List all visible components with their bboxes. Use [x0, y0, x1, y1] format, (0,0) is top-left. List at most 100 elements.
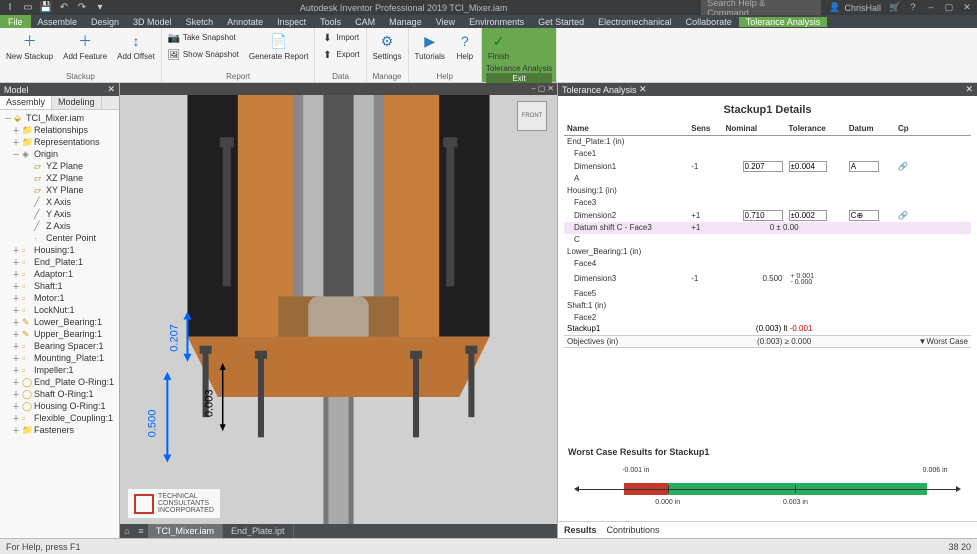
doc-tab[interactable]: TCI_Mixer.iam — [148, 524, 223, 538]
viewport-close-icon[interactable]: ✕ — [547, 84, 554, 93]
tree-node[interactable]: ＋▫Mounting_Plate:1 — [2, 352, 117, 364]
tree-node[interactable]: ＋▫Adaptor:1 — [2, 268, 117, 280]
table-row[interactable]: Face2 — [564, 311, 971, 323]
tree-node[interactable]: ＋▫LockNut:1 — [2, 304, 117, 316]
table-row[interactable]: Dimension3-10.500+ 0.001- 0.000 — [564, 270, 971, 288]
tree-node[interactable]: ·Center Point — [2, 232, 117, 244]
menu-collaborate[interactable]: Collaborate — [679, 17, 739, 27]
cart-icon[interactable]: 🛒 — [889, 2, 901, 13]
table-row[interactable]: Face4 — [564, 258, 971, 270]
tree-node[interactable]: ＋▫Motor:1 — [2, 292, 117, 304]
menu-get-started[interactable]: Get Started — [531, 17, 591, 27]
link-icon[interactable]: 🔗 — [898, 211, 908, 220]
menu-3d-model[interactable]: 3D Model — [126, 17, 179, 27]
menu-annotate[interactable]: Annotate — [220, 17, 270, 27]
tree-node[interactable]: ＋📁Fasteners — [2, 424, 117, 436]
import-button[interactable]: ⬇Import — [319, 30, 361, 46]
save-icon[interactable]: 💾 — [40, 2, 52, 14]
table-row[interactable]: Stackup1(0.003) lt -0.001 — [564, 323, 971, 335]
model-tree[interactable]: －⬙TCI_Mixer.iam＋📁Relationships＋📁Represen… — [0, 110, 119, 538]
tree-node[interactable]: ＋▫Impeller:1 — [2, 364, 117, 376]
tree-node[interactable]: －⬙TCI_Mixer.iam — [2, 112, 117, 124]
menu-electromechanical[interactable]: Electromechanical — [591, 17, 679, 27]
menu-sketch[interactable]: Sketch — [179, 17, 221, 27]
table-row[interactable]: Face1 — [564, 148, 971, 160]
results-tab-results[interactable]: Results — [564, 525, 597, 535]
tree-node[interactable]: ＋▫Bearing Spacer:1 — [2, 340, 117, 352]
doctab-list-icon[interactable]: ≡ — [134, 526, 148, 536]
help-icon[interactable]: ? — [907, 2, 919, 13]
table-row[interactable]: C — [564, 234, 971, 246]
doc-tab[interactable]: End_Plate.ipt — [223, 524, 294, 538]
redo-icon[interactable]: ↷ — [76, 2, 88, 14]
doctab-home-icon[interactable]: ⌂ — [120, 526, 134, 536]
new-stackup-button[interactable]: ＋New Stackup — [4, 30, 55, 64]
datum-input[interactable] — [849, 161, 879, 172]
tolerance-input[interactable] — [789, 161, 827, 172]
show-snapshot-button[interactable]: 🖼Show Snapshot — [166, 47, 241, 63]
viewport-max-icon[interactable]: ▢ — [538, 84, 546, 93]
generate-report-button[interactable]: 📄Generate Report — [247, 30, 311, 64]
tree-node[interactable]: ＋▫Shaft:1 — [2, 280, 117, 292]
panel-close-icon[interactable]: ✕ — [107, 84, 115, 95]
tree-node[interactable]: ＋▫Housing:1 — [2, 244, 117, 256]
viewport-3d[interactable]: –▢✕ FRONT — [120, 83, 557, 538]
add-offset-button[interactable]: ↕Add Offset — [115, 30, 157, 64]
table-row[interactable]: Shaft:1 (in) — [564, 299, 971, 311]
tree-node[interactable]: ▱XY Plane — [2, 184, 117, 196]
menu-tools[interactable]: Tools — [313, 17, 348, 27]
table-row[interactable]: Face3 — [564, 197, 971, 209]
tree-node[interactable]: ＋📁Relationships — [2, 124, 117, 136]
analysis-close-icon[interactable]: ✕ — [965, 84, 973, 95]
minimize-button[interactable]: – — [925, 2, 937, 13]
table-row[interactable]: Objectives (in)(0.003) ≥ 0.000▼Worst Cas… — [564, 335, 971, 347]
tree-node[interactable]: ╱Y Axis — [2, 208, 117, 220]
qat-more-icon[interactable]: ▾ — [94, 2, 106, 14]
menu-inspect[interactable]: Inspect — [270, 17, 313, 27]
maximize-button[interactable]: ▢ — [943, 2, 955, 13]
tree-node[interactable]: ＋◯Shaft O-Ring:1 — [2, 388, 117, 400]
method-dropdown[interactable]: ▼Worst Case — [895, 335, 971, 347]
open-icon[interactable]: ▭ — [22, 2, 34, 14]
tree-node[interactable]: ╱X Axis — [2, 196, 117, 208]
tree-node[interactable]: ╱Z Axis — [2, 220, 117, 232]
tree-node[interactable]: －◈Origin — [2, 148, 117, 160]
nominal-input[interactable] — [743, 210, 783, 221]
tree-node[interactable]: ＋📁Representations — [2, 136, 117, 148]
take-snapshot-button[interactable]: 📷Take Snapshot — [166, 30, 241, 46]
file-menu[interactable]: File — [0, 15, 31, 28]
menu-assemble[interactable]: Assemble — [31, 17, 85, 27]
table-row[interactable]: Face5 — [564, 287, 971, 299]
finish-button[interactable]: ✓Finish — [486, 30, 511, 64]
table-row[interactable]: Lower_Bearing:1 (in) — [564, 246, 971, 258]
menu-view[interactable]: View — [429, 17, 462, 27]
tree-node[interactable]: ＋✎Lower_Bearing:1 — [2, 316, 117, 328]
tolerance-input[interactable] — [789, 210, 827, 221]
viewport-min-icon[interactable]: – — [531, 84, 535, 93]
tree-node[interactable]: ＋▫End_Plate:1 — [2, 256, 117, 268]
table-row[interactable]: Housing:1 (in) — [564, 185, 971, 197]
table-row[interactable]: A — [564, 173, 971, 185]
tree-node[interactable]: ▱XZ Plane — [2, 172, 117, 184]
menu-design[interactable]: Design — [84, 17, 126, 27]
table-row[interactable]: Dimension2+1🔗 — [564, 209, 971, 222]
tree-node[interactable]: ＋◯Housing O-Ring:1 — [2, 400, 117, 412]
results-tab-contributions[interactable]: Contributions — [607, 525, 660, 535]
table-row[interactable]: Datum shift C - Face3+10 ± 0.00 — [564, 222, 971, 234]
nominal-input[interactable] — [743, 161, 783, 172]
tree-node[interactable]: ＋✎Upper_Bearing:1 — [2, 328, 117, 340]
help-button[interactable]: ?Help — [453, 30, 477, 64]
settings-button[interactable]: ⚙Settings — [371, 30, 404, 64]
add-feature-button[interactable]: ＋Add Feature — [61, 30, 109, 64]
menu-cam[interactable]: CAM — [348, 17, 382, 27]
undo-icon[interactable]: ↶ — [58, 2, 70, 14]
tree-node[interactable]: ＋▫Flexible_Coupling:1 — [2, 412, 117, 424]
export-button[interactable]: ⬆Export — [319, 47, 361, 63]
tree-node[interactable]: ▱YZ Plane — [2, 160, 117, 172]
user-menu[interactable]: 👤 ChrisHall — [829, 2, 881, 13]
datum-input[interactable] — [849, 210, 879, 221]
table-row[interactable]: End_Plate:1 (in) — [564, 136, 971, 148]
menu-environments[interactable]: Environments — [462, 17, 531, 27]
table-row[interactable]: Dimension1-1🔗 — [564, 160, 971, 173]
menu-tolerance-analysis[interactable]: Tolerance Analysis — [739, 17, 828, 27]
